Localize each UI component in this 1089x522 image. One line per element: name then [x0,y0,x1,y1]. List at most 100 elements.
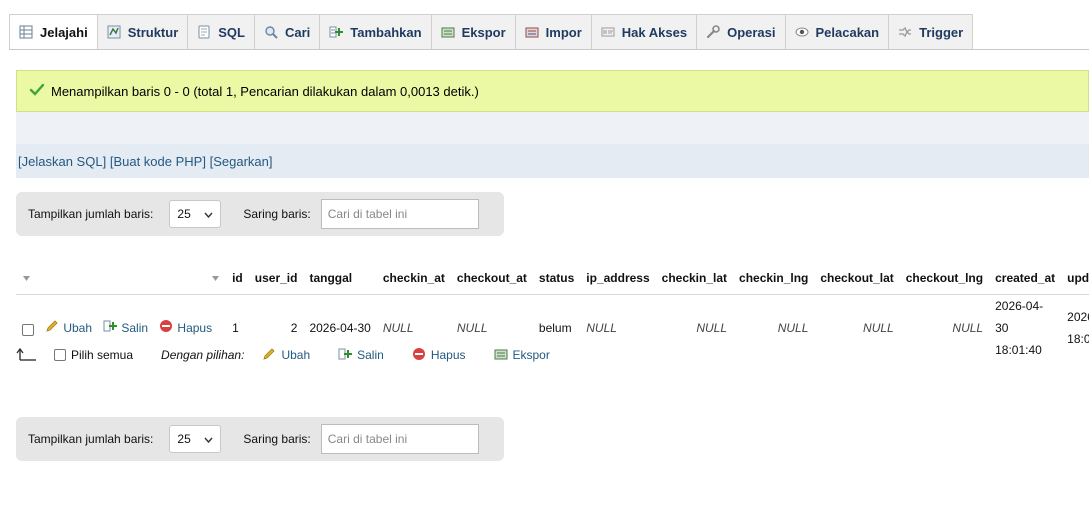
notice-text: Menampilkan baris 0 - 0 (total 1, Pencar… [51,83,479,99]
structure-icon [107,25,121,39]
options-header [16,262,227,295]
delete-icon [412,347,426,364]
bulk-copy-label: Salin [357,348,384,362]
column-header-id[interactable]: id [226,262,249,295]
copy-label: Salin [121,320,149,335]
delete-icon [159,319,173,336]
privileges-icon [601,25,615,39]
tab-bar: Jelajahi Struktur SQL Cari Tambahkan Eks… [9,14,1089,50]
arrow-up-icon [16,348,38,362]
import-icon [525,25,539,39]
column-header-user-id[interactable]: user_id [248,262,304,295]
search-icon [264,25,278,39]
created-at-time: 18:01:40 [995,342,1042,357]
bulk-delete-label: Hapus [430,348,466,362]
tab-label: Struktur [127,24,179,40]
select-all-checkbox[interactable]: Pilih semua [54,348,133,362]
bracket: ] [268,153,273,169]
tab-tracking[interactable]: Pelacakan [784,14,890,49]
cell-created-at[interactable]: 2026-04-30 18:01:40 [989,294,1061,361]
bulk-actions-bar: Pilih semua Dengan pilihan: Ubah Salin H… [16,340,716,370]
tab-export[interactable]: Ekspor [430,14,516,49]
cell-checkin-lng[interactable]: NULL [733,294,814,361]
filter-label: Saring baris: [243,432,311,446]
column-header-created-at[interactable]: created_at [989,262,1062,295]
tab-privileges[interactable]: Hak Akses [590,14,698,49]
copy-icon [103,319,118,336]
tab-label: Hak Akses [621,24,688,40]
tab-label: Pelacakan [815,24,880,40]
tab-label: Trigger [919,24,964,40]
filter-rows-input[interactable] [320,199,479,229]
with-selected-label: Dengan pilihan: [161,348,245,362]
select-all-box[interactable] [54,349,66,361]
created-at-date: 2026-04-30 [995,298,1044,335]
column-header-checkin-at[interactable]: checkin_at [376,262,451,295]
trigger-icon [898,25,912,39]
tab-label: Operasi [727,24,776,40]
tab-label: Tambahkan [350,24,422,40]
filter-label: Saring baris: [243,207,311,221]
create-php-link[interactable]: Buat kode PHP [113,154,202,169]
column-header-checkout-at[interactable]: checkout_at [450,262,533,295]
column-header-updated-at[interactable]: updated_at [1061,262,1089,295]
wrench-icon [706,25,720,39]
column-header-tanggal[interactable]: tanggal [303,262,377,295]
sort-options-icon[interactable] [22,275,31,282]
cell-checkout-lat[interactable]: NULL [814,294,899,361]
tab-label: Impor [545,24,582,40]
bulk-export-label: Ekspor [512,348,550,362]
select-all-label: Pilih semua [71,348,134,362]
tab-label: SQL [218,24,245,40]
column-sort-icon[interactable] [211,271,220,285]
cell-updated-at[interactable]: 2026-04-30 18:01:40 [1061,294,1089,361]
insert-icon [329,25,344,39]
tab-insert[interactable]: Tambahkan [319,14,432,49]
rows-per-page-value: 25 [177,207,191,221]
tab-structure[interactable]: Struktur [96,14,189,49]
pencil-icon [262,347,276,364]
chevron-down-icon [204,432,213,446]
table-icon [19,25,33,39]
edit-row-button[interactable]: Ubah [45,319,92,336]
sql-icon [197,25,211,39]
tab-label: Ekspor [461,24,506,40]
column-header-ip-address[interactable]: ip_address [580,262,656,295]
tab-search[interactable]: Cari [254,14,321,49]
refresh-link[interactable]: Segarkan [213,154,269,169]
updated-at-time: 18:01:40 [1067,331,1089,346]
column-header-checkout-lng[interactable]: checkout_lng [899,262,990,295]
tab-import[interactable]: Impor [514,14,592,49]
rows-per-page-value: 25 [177,432,191,446]
column-header-checkout-lat[interactable]: checkout_lat [814,262,900,295]
tab-label: Cari [285,24,311,40]
bulk-export-button[interactable]: Ekspor [494,347,550,364]
row-checkbox[interactable] [22,323,34,336]
bulk-delete-button[interactable]: Hapus [412,347,466,364]
column-header-checkin-lng[interactable]: checkin_lng [733,262,815,295]
cell-checkout-lng[interactable]: NULL [900,294,989,361]
rows-per-page-select[interactable]: 25 [169,200,222,228]
column-header-checkin-lat[interactable]: checkin_lat [655,262,734,295]
rows-label: Tampilkan jumlah baris: [28,432,154,446]
bulk-edit-button[interactable]: Ubah [262,347,310,364]
copy-icon [338,347,353,364]
rows-label: Tampilkan jumlah baris: [28,207,154,221]
tab-sql[interactable]: SQL [187,14,255,49]
explain-sql-link[interactable]: Jelaskan SQL [22,154,103,169]
tab-trigger[interactable]: Trigger [888,14,974,49]
column-header-status[interactable]: status [532,262,581,295]
eye-icon [795,25,809,39]
tab-browse[interactable]: Jelajahi [9,14,98,49]
table-header-row: id user_id tanggal checkin_at checkout_a… [16,262,1089,295]
delete-row-button[interactable]: Hapus [159,319,212,336]
updated-at-date: 2026-04-30 [1067,309,1089,324]
copy-row-button[interactable]: Salin [103,319,148,336]
query-box [16,112,1089,144]
sql-links-bar: [ Jelaskan SQL ] [ Buat kode PHP ] [ Seg… [16,144,1089,178]
filter-rows-input[interactable] [320,424,479,454]
rows-per-page-select[interactable]: 25 [169,425,222,453]
delete-label: Hapus [177,320,213,335]
bulk-copy-button[interactable]: Salin [338,347,384,364]
tab-operations[interactable]: Operasi [696,14,786,49]
